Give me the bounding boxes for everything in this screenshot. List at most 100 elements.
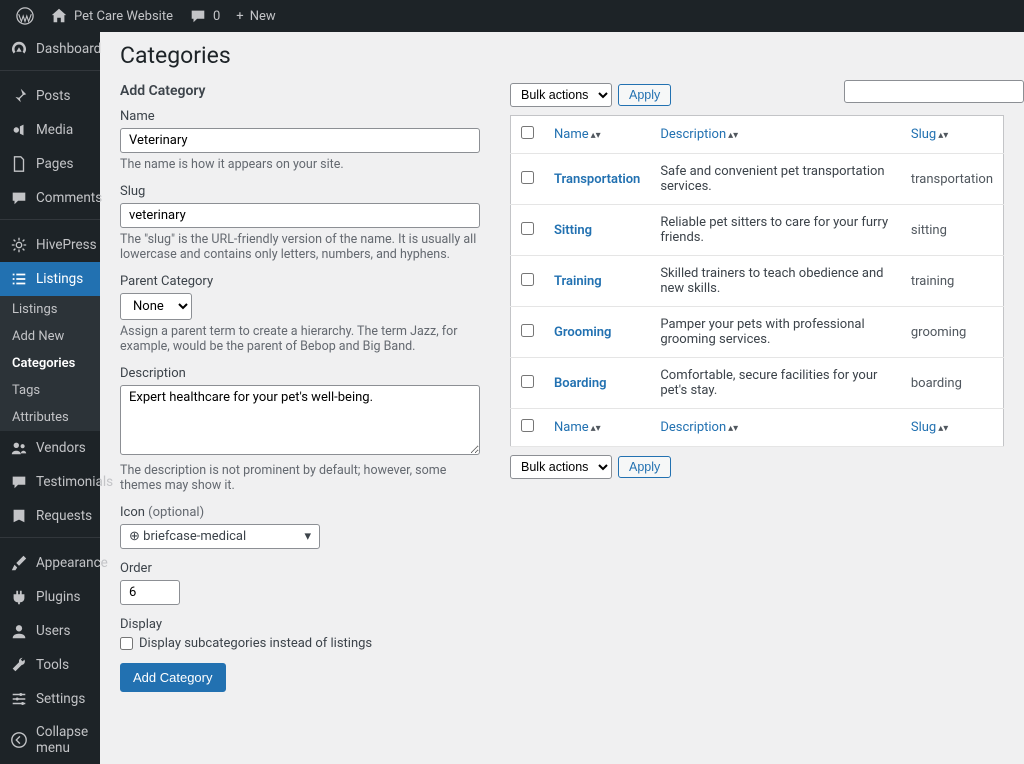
row-checkbox[interactable] xyxy=(521,324,534,337)
header-description-bottom[interactable]: Description▴▾ xyxy=(660,420,738,435)
name-help: The name is how it appears on your site. xyxy=(120,157,480,172)
home-icon xyxy=(50,7,68,25)
table-row: Boarding Comfortable, secure facilities f… xyxy=(511,358,1004,409)
category-link[interactable]: Boarding xyxy=(554,376,607,391)
new-content-link[interactable]: + New xyxy=(228,0,283,32)
category-description: Comfortable, secure facilities for your … xyxy=(650,358,901,409)
name-input[interactable] xyxy=(120,128,480,153)
menu-tools[interactable]: Tools xyxy=(0,648,100,682)
display-subcategories-checkbox[interactable] xyxy=(120,637,133,650)
pin-icon xyxy=(10,87,28,105)
admin-bar: Pet Care Website 0 + New xyxy=(0,0,1024,32)
plugin-icon xyxy=(10,588,28,606)
sort-icon: ▴▾ xyxy=(938,423,948,434)
category-slug: sitting xyxy=(901,205,1004,256)
sort-icon: ▴▾ xyxy=(591,130,601,141)
wp-logo[interactable] xyxy=(8,0,42,32)
submenu-categories[interactable]: Categories xyxy=(0,350,100,377)
collapse-icon xyxy=(10,731,28,749)
table-row: Sitting Reliable pet sitters to care for … xyxy=(511,205,1004,256)
tablenav-bottom: Bulk actions Apply xyxy=(510,455,1004,479)
submenu-tags[interactable]: Tags xyxy=(0,377,100,404)
category-link[interactable]: Transportation xyxy=(554,172,640,187)
category-description: Reliable pet sitters to care for your fu… xyxy=(650,205,901,256)
site-name-link[interactable]: Pet Care Website xyxy=(42,0,181,32)
header-slug-top[interactable]: Slug▴▾ xyxy=(911,127,948,142)
header-slug-bottom[interactable]: Slug▴▾ xyxy=(911,420,948,435)
submenu-attributes[interactable]: Attributes xyxy=(0,404,100,431)
display-label: Display xyxy=(120,617,480,632)
site-name: Pet Care Website xyxy=(74,9,173,24)
menu-pages[interactable]: Pages xyxy=(0,147,100,181)
briefcase-medical-icon: ⊕ xyxy=(129,529,140,544)
select-all-bottom[interactable] xyxy=(521,419,534,432)
submenu-add-new[interactable]: Add New xyxy=(0,323,100,350)
menu-comments[interactable]: Comments xyxy=(0,181,100,215)
menu-posts[interactable]: Posts xyxy=(0,79,100,113)
wrench-icon xyxy=(10,656,28,674)
menu-requests[interactable]: Requests xyxy=(0,499,100,533)
sort-icon: ▴▾ xyxy=(728,423,738,434)
header-name-top[interactable]: Name▴▾ xyxy=(554,127,601,142)
menu-plugins[interactable]: Plugins xyxy=(0,580,100,614)
add-category-button[interactable]: Add Category xyxy=(120,663,226,692)
dashboard-icon xyxy=(10,40,28,58)
select-all-top[interactable] xyxy=(521,126,534,139)
menu-settings[interactable]: Settings xyxy=(0,682,100,716)
search-input[interactable] xyxy=(844,80,1024,103)
order-input[interactable] xyxy=(120,580,180,605)
submenu-listings: Listings Add New Categories Tags Attribu… xyxy=(0,296,100,431)
description-label: Description xyxy=(120,366,480,381)
table-row: TransportationSafe and convenient pet tr… xyxy=(511,154,1004,205)
request-icon xyxy=(10,507,28,525)
list-icon xyxy=(10,270,28,288)
wordpress-icon xyxy=(16,7,34,25)
icon-select[interactable]: ⊕ briefcase-medical ▾ xyxy=(120,524,320,549)
menu-media[interactable]: Media xyxy=(0,113,100,147)
sort-icon: ▴▾ xyxy=(591,423,601,434)
menu-vendors[interactable]: Vendors xyxy=(0,431,100,465)
display-checkbox-label: Display subcategories instead of listing… xyxy=(139,636,372,651)
row-checkbox[interactable] xyxy=(521,171,534,184)
add-heading: Add Category xyxy=(120,83,480,99)
menu-dashboard[interactable]: Dashboard xyxy=(0,32,100,66)
menu-hivepress[interactable]: HivePress xyxy=(0,228,100,262)
user-icon xyxy=(10,622,28,640)
comment-icon xyxy=(10,189,28,207)
row-checkbox[interactable] xyxy=(521,273,534,286)
category-link[interactable]: Sitting xyxy=(554,223,592,238)
parent-select[interactable]: None xyxy=(120,293,192,320)
row-checkbox[interactable] xyxy=(521,222,534,235)
header-name-bottom[interactable]: Name▴▾ xyxy=(554,420,601,435)
apply-button-top[interactable]: Apply xyxy=(618,84,671,106)
header-description-top[interactable]: Description▴▾ xyxy=(660,127,738,142)
description-help: The description is not prominent by defa… xyxy=(120,463,480,493)
bulk-actions-bottom[interactable]: Bulk actions xyxy=(510,455,612,479)
category-link[interactable]: Training xyxy=(554,274,602,289)
table-row: Training Skilled trainers to teach obedie… xyxy=(511,256,1004,307)
menu-listings[interactable]: Listings xyxy=(0,262,100,296)
plus-icon: + xyxy=(236,9,243,24)
comments-count: 0 xyxy=(213,9,220,24)
sort-icon: ▴▾ xyxy=(728,130,738,141)
categories-table-area: Bulk actions Apply Name▴▾ Description▴▾ … xyxy=(510,83,1004,692)
comments-link[interactable]: 0 xyxy=(181,0,228,32)
apply-button-bottom[interactable]: Apply xyxy=(618,456,671,478)
description-input[interactable]: Expert healthcare for your pet's well-be… xyxy=(120,385,480,455)
menu-testimonials[interactable]: Testimonials xyxy=(0,465,100,499)
category-link[interactable]: Grooming xyxy=(554,325,611,340)
quote-icon xyxy=(10,473,28,491)
slug-input[interactable] xyxy=(120,203,480,228)
bulk-actions-top[interactable]: Bulk actions xyxy=(510,83,612,107)
collapse-menu[interactable]: Collapse menu xyxy=(0,716,100,764)
categories-table: Name▴▾ Description▴▾ Slug▴▾ Transportati… xyxy=(510,115,1004,447)
menu-users[interactable]: Users xyxy=(0,614,100,648)
submenu-listings-list[interactable]: Listings xyxy=(0,296,100,323)
main-content: Categories Add Category Name The name is… xyxy=(100,32,1024,764)
row-checkbox[interactable] xyxy=(521,375,534,388)
sort-icon: ▴▾ xyxy=(938,130,948,141)
menu-appearance[interactable]: Appearance xyxy=(0,546,100,580)
add-category-form: Add Category Name The name is how it app… xyxy=(120,83,480,692)
gear-icon xyxy=(10,236,28,254)
category-description: Skilled trainers to teach obedience and … xyxy=(650,256,901,307)
